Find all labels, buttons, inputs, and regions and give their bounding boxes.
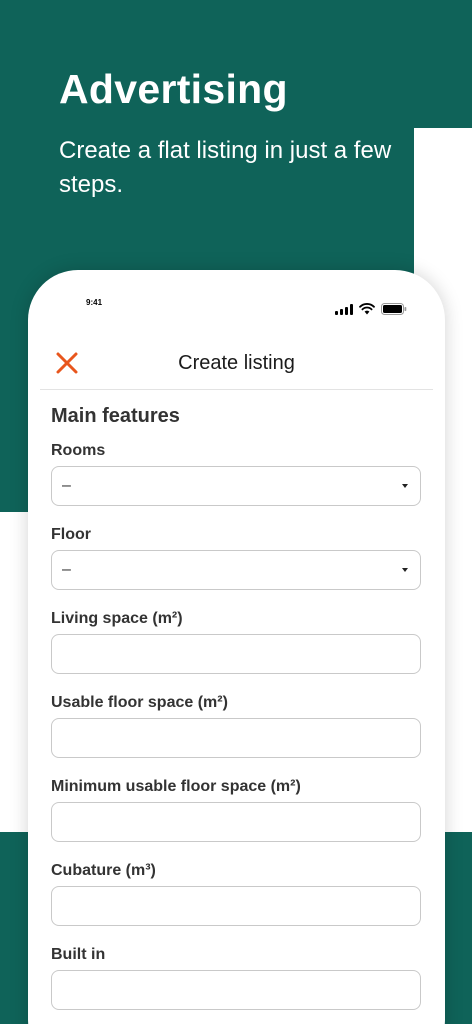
- rooms-field: Rooms –: [51, 442, 421, 526]
- background-top-right: [414, 0, 472, 128]
- floor-label: Floor: [51, 526, 91, 543]
- built-in-label: Built in: [51, 946, 106, 963]
- status-bar: 9:41: [28, 270, 445, 340]
- floor-field: Floor –: [51, 526, 421, 610]
- wifi-icon: [359, 303, 375, 315]
- min-usable-floor-space-input[interactable]: [51, 802, 421, 842]
- rooms-select[interactable]: –: [51, 466, 421, 506]
- hero-title: Advertising: [59, 66, 288, 112]
- min-usable-floor-space-field: Minimum usable floor space (m²): [51, 778, 421, 862]
- phone-mockup: 9:41 Create listing Main features Rooms …: [28, 270, 445, 1024]
- living-space-field: Living space (m²): [51, 610, 421, 694]
- status-time: 9:41: [86, 298, 103, 307]
- cubature-input[interactable]: [51, 886, 421, 926]
- battery-icon: [381, 303, 407, 315]
- chevron-down-icon: [402, 484, 408, 488]
- rooms-select-value: –: [62, 477, 71, 494]
- signal-icon: [335, 303, 353, 315]
- floor-select-value: –: [62, 561, 71, 578]
- usable-floor-space-input[interactable]: [51, 718, 421, 758]
- hero-subtitle: Create a flat listing in just a few step…: [59, 137, 392, 198]
- usable-floor-space-label: Usable floor space (m²): [51, 694, 228, 711]
- min-usable-floor-space-label: Minimum usable floor space (m²): [51, 778, 301, 795]
- built-in-field: Built in: [51, 946, 421, 1024]
- page-title: Create listing: [178, 352, 295, 374]
- living-space-label: Living space (m²): [51, 610, 183, 627]
- nav-bar: Create listing: [40, 340, 433, 390]
- status-icons: [335, 302, 407, 316]
- cubature-field: Cubature (m³): [51, 862, 421, 946]
- floor-select[interactable]: –: [51, 550, 421, 590]
- usable-floor-space-field: Usable floor space (m²): [51, 694, 421, 778]
- cubature-label: Cubature (m³): [51, 862, 156, 879]
- listing-form: Main features Rooms – Floor – Living spa…: [51, 405, 421, 1024]
- living-space-input[interactable]: [51, 634, 421, 674]
- built-in-input[interactable]: [51, 970, 421, 1010]
- chevron-down-icon: [402, 568, 408, 572]
- rooms-label: Rooms: [51, 442, 106, 459]
- section-title: Main features: [51, 405, 180, 427]
